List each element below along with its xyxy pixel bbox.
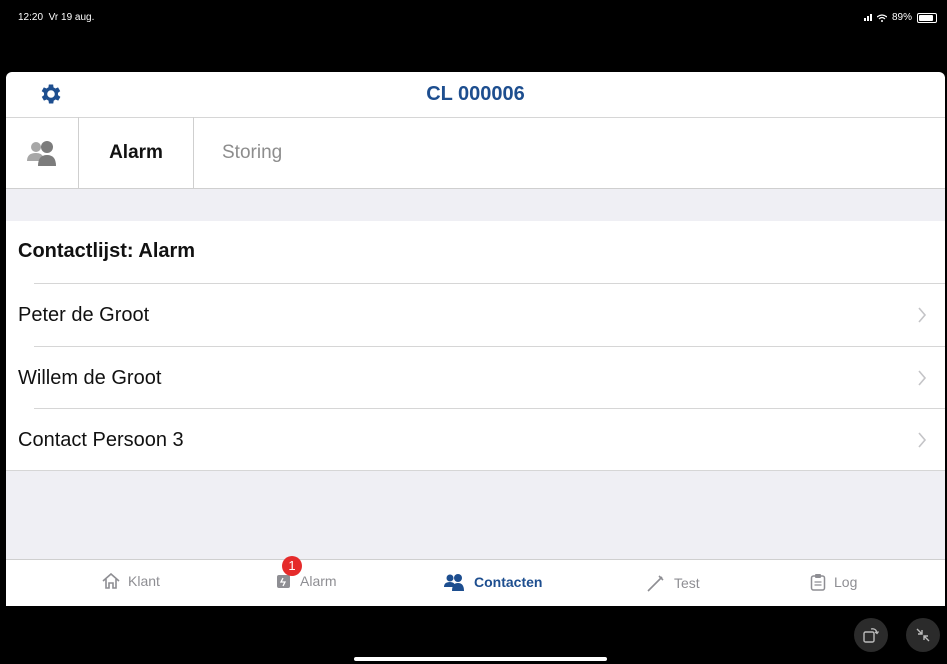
rotate-screen-button[interactable] xyxy=(854,618,888,652)
tabbar-item-contacten[interactable]: Contacten xyxy=(444,573,542,591)
tabbar-item-alarm[interactable]: Alarm xyxy=(276,573,337,589)
list-item[interactable]: Willem de Groot xyxy=(6,347,945,409)
tabbar-label: Log xyxy=(834,574,858,590)
list-item[interactable]: Contact Persoon 3 xyxy=(6,409,945,471)
contact-type-tabs: Alarm Storing xyxy=(6,117,945,189)
status-time: 12:20 Vr 19 aug. xyxy=(18,12,94,23)
empty-area xyxy=(6,470,945,560)
status-clock: 12:20 xyxy=(18,12,44,23)
signal-icon xyxy=(863,14,872,21)
list-section-title: Contactlijst: Alarm xyxy=(18,240,196,262)
clipboard-icon xyxy=(810,574,826,591)
collapse-arrows-icon xyxy=(916,628,930,642)
chevron-right-icon xyxy=(918,432,927,448)
home-indicator[interactable] xyxy=(354,657,607,661)
contact-name: Contact Persoon 3 xyxy=(18,429,184,451)
contact-name: Willem de Groot xyxy=(18,367,162,389)
tabbar-item-test[interactable]: Test xyxy=(646,573,700,593)
bottom-tab-bar: Klant Alarm 1 Contacten Test Log xyxy=(6,556,945,606)
tabbar-item-log[interactable]: Log xyxy=(810,573,857,591)
app-screen: CL 000006 Alarm Storing Contactlijst: Al… xyxy=(6,72,945,606)
chevron-right-icon xyxy=(918,370,927,386)
tabbar-label: Test xyxy=(674,575,700,591)
tabbar-label: Klant xyxy=(128,573,160,589)
alarm-count-badge: 1 xyxy=(282,556,302,576)
status-date: Vr 19 aug. xyxy=(48,12,95,23)
contacts-group-icon xyxy=(444,574,464,591)
list-item[interactable]: Peter de Groot xyxy=(6,284,945,346)
page-title: CL 000006 xyxy=(426,83,525,105)
nav-bar: CL 000006 xyxy=(6,72,945,118)
contact-name: Peter de Groot xyxy=(18,304,150,326)
tab-alarm[interactable]: Alarm xyxy=(79,117,194,188)
status-indicators: 89% xyxy=(863,12,937,23)
contacts-group-icon xyxy=(27,140,56,166)
section-spacer xyxy=(6,189,945,221)
contacts-tab-icon-cell[interactable] xyxy=(6,117,79,188)
battery-percent: 89% xyxy=(891,12,912,23)
tabbar-label: Alarm xyxy=(300,573,337,589)
home-icon xyxy=(102,573,120,589)
tabbar-label: Contacten xyxy=(474,574,543,590)
tester-probe-icon xyxy=(647,575,664,592)
minimize-button[interactable] xyxy=(906,618,940,652)
battery-icon xyxy=(917,12,937,23)
tabbar-item-klant[interactable]: Klant xyxy=(102,573,160,589)
status-bar: 12:20 Vr 19 aug. 89% xyxy=(0,0,947,72)
wifi-icon xyxy=(876,13,887,22)
chevron-right-icon xyxy=(918,307,927,323)
tab-storing[interactable]: Storing xyxy=(194,117,282,188)
rotate-icon xyxy=(863,628,880,643)
